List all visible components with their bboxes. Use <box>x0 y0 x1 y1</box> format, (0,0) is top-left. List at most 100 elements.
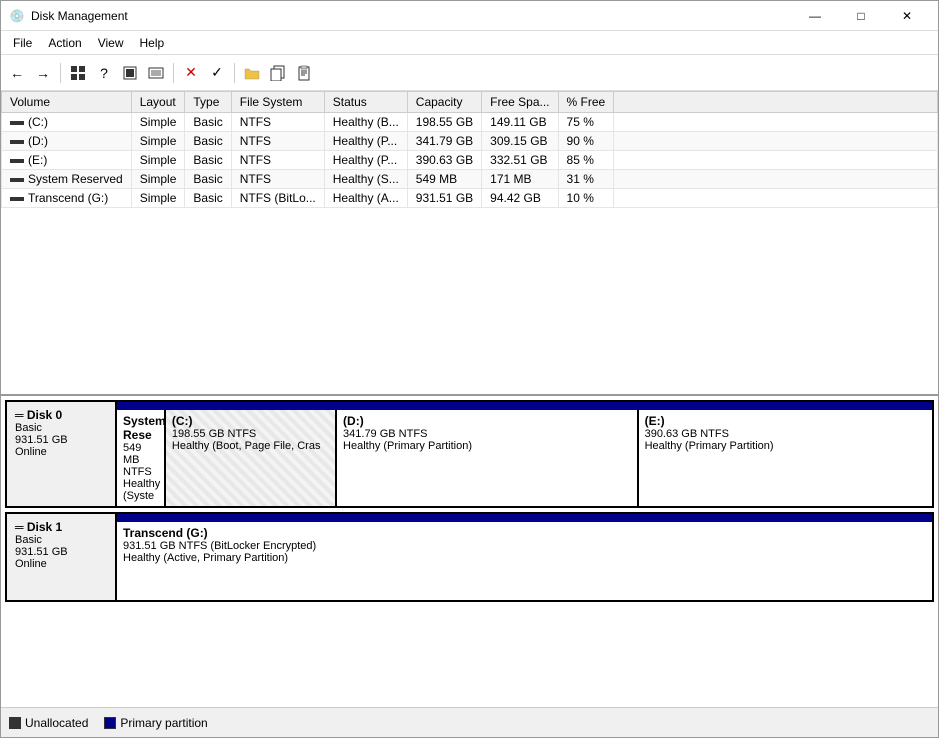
col-freespace[interactable]: Free Spa... <box>482 92 558 113</box>
disk1-status: Online <box>15 558 47 570</box>
cell-capacity: 390.63 GB <box>407 151 481 170</box>
table-row[interactable]: System Reserved Simple Basic NTFS Health… <box>2 170 938 189</box>
disk0-partitions: System Rese 549 MB NTFS Healthy (Syste (… <box>117 402 932 506</box>
cell-volume: Transcend (G:) <box>2 189 132 208</box>
toolbar-btn-paste[interactable] <box>292 61 316 85</box>
disk1-part0-name: Transcend (G:) <box>123 526 926 540</box>
table-row[interactable]: Transcend (G:) Simple Basic NTFS (BitLo.… <box>2 189 938 208</box>
legend-primary-label: Primary partition <box>120 716 207 730</box>
cell-volume: (E:) <box>2 151 132 170</box>
disk0-partition-sysreserved[interactable]: System Rese 549 MB NTFS Healthy (Syste <box>117 410 166 506</box>
cell-status: Healthy (B... <box>324 113 407 132</box>
cell-free: 332.51 GB <box>482 151 558 170</box>
disk1-partition-transcend[interactable]: Transcend (G:) 931.51 GB NTFS (BitLocker… <box>117 522 932 600</box>
cell-type: Basic <box>185 170 231 189</box>
cell-fs: NTFS <box>231 151 324 170</box>
toolbar-btn-4[interactable] <box>118 61 142 85</box>
forward-button[interactable]: → <box>31 61 55 85</box>
volume-table-area[interactable]: Volume Layout Type File System Status Ca… <box>1 91 938 396</box>
disk0-label: ═ Disk 0 Basic 931.51 GB Online <box>7 402 117 506</box>
toolbar-btn-delete[interactable]: ✕ <box>179 61 203 85</box>
cell-extra <box>614 132 938 151</box>
menu-help[interactable]: Help <box>132 34 173 52</box>
cell-fs: NTFS <box>231 132 324 151</box>
back-button[interactable]: ← <box>5 61 29 85</box>
disk-area: ═ Disk 0 Basic 931.51 GB Online System R… <box>1 396 938 707</box>
table-row[interactable]: (D:) Simple Basic NTFS Healthy (P... 341… <box>2 132 938 151</box>
disk0-name: ═ Disk 0 <box>15 408 62 422</box>
col-volume[interactable]: Volume <box>2 92 132 113</box>
col-status[interactable]: Status <box>324 92 407 113</box>
cell-extra <box>614 189 938 208</box>
cell-layout: Simple <box>131 151 185 170</box>
cell-layout: Simple <box>131 170 185 189</box>
menu-view[interactable]: View <box>90 34 132 52</box>
minimize-button[interactable]: — <box>792 1 838 31</box>
toolbar: ← → ? ✕ ✓ <box>1 55 938 91</box>
disk-management-window: 💿 Disk Management — □ ✕ File Action View… <box>0 0 939 738</box>
cell-type: Basic <box>185 113 231 132</box>
cell-fs: NTFS <box>231 170 324 189</box>
disk1-label: ═ Disk 1 Basic 931.51 GB Online <box>7 514 117 600</box>
cell-layout: Simple <box>131 189 185 208</box>
disk0-part2-status: Healthy (Primary Partition) <box>343 440 472 452</box>
cell-layout: Simple <box>131 132 185 151</box>
toolbar-btn-3[interactable] <box>66 61 90 85</box>
col-type[interactable]: Type <box>185 92 231 113</box>
cell-layout: Simple <box>131 113 185 132</box>
disk1-partitions-row: Transcend (G:) 931.51 GB NTFS (BitLocker… <box>117 522 932 600</box>
close-button[interactable]: ✕ <box>884 1 930 31</box>
cell-status: Healthy (P... <box>324 151 407 170</box>
disk1-name: ═ Disk 1 <box>15 520 62 534</box>
toolbar-btn-copy[interactable] <box>266 61 290 85</box>
toolbar-btn-check[interactable]: ✓ <box>205 61 229 85</box>
cell-type: Basic <box>185 189 231 208</box>
menu-bar: File Action View Help <box>1 31 938 55</box>
disk0-part3-name: (E:) <box>645 414 926 428</box>
cell-extra <box>614 113 938 132</box>
toolbar-separator-1 <box>60 63 61 83</box>
disk0-part3-status: Healthy (Primary Partition) <box>645 440 774 452</box>
disk0-type: Basic <box>15 422 42 434</box>
main-content: Volume Layout Type File System Status Ca… <box>1 91 938 707</box>
disk0-partition-c[interactable]: (C:) 198.55 GB NTFS Healthy (Boot, Page … <box>166 410 337 506</box>
cell-capacity: 931.51 GB <box>407 189 481 208</box>
disk1-part0-size: 931.51 GB NTFS (BitLocker Encrypted) <box>123 540 316 552</box>
disk0-part1-size: 198.55 GB NTFS <box>172 428 256 440</box>
cell-capacity: 549 MB <box>407 170 481 189</box>
table-row[interactable]: (E:) Simple Basic NTFS Healthy (P... 390… <box>2 151 938 170</box>
disk1-size: 931.51 GB <box>15 546 68 558</box>
maximize-button[interactable]: □ <box>838 1 884 31</box>
col-pctfree[interactable]: % Free <box>558 92 614 113</box>
status-bar: Unallocated Primary partition <box>1 707 938 737</box>
cell-extra <box>614 170 938 189</box>
disk0-partition-e[interactable]: (E:) 390.63 GB NTFS Healthy (Primary Par… <box>639 410 932 506</box>
toolbar-btn-help[interactable]: ? <box>92 61 116 85</box>
disk0-partition-d[interactable]: (D:) 341.79 GB NTFS Healthy (Primary Par… <box>337 410 639 506</box>
cell-status: Healthy (P... <box>324 132 407 151</box>
cell-pctfree: 85 % <box>558 151 614 170</box>
app-icon: 💿 <box>9 8 25 24</box>
col-layout[interactable]: Layout <box>131 92 185 113</box>
table-row[interactable]: (C:) Simple Basic NTFS Healthy (B... 198… <box>2 113 938 132</box>
disk0-part1-name: (C:) <box>172 414 329 428</box>
col-filesystem[interactable]: File System <box>231 92 324 113</box>
toolbar-btn-folder[interactable] <box>240 61 264 85</box>
disk1-type: Basic <box>15 534 42 546</box>
col-capacity[interactable]: Capacity <box>407 92 481 113</box>
menu-action[interactable]: Action <box>40 34 89 52</box>
cell-pctfree: 90 % <box>558 132 614 151</box>
disk0-size: 931.51 GB <box>15 434 68 446</box>
disk1-row: ═ Disk 1 Basic 931.51 GB Online Transcen… <box>5 512 934 602</box>
disk0-part1-status: Healthy (Boot, Page File, Cras <box>172 440 321 452</box>
window-controls: — □ ✕ <box>792 1 930 31</box>
legend-primary: Primary partition <box>104 716 207 730</box>
cell-capacity: 198.55 GB <box>407 113 481 132</box>
toolbar-btn-5[interactable] <box>144 61 168 85</box>
cell-status: Healthy (A... <box>324 189 407 208</box>
cell-capacity: 341.79 GB <box>407 132 481 151</box>
toolbar-separator-3 <box>234 63 235 83</box>
menu-file[interactable]: File <box>5 34 40 52</box>
disk1-partitions: Transcend (G:) 931.51 GB NTFS (BitLocker… <box>117 514 932 600</box>
disk0-part3-size: 390.63 GB NTFS <box>645 428 729 440</box>
